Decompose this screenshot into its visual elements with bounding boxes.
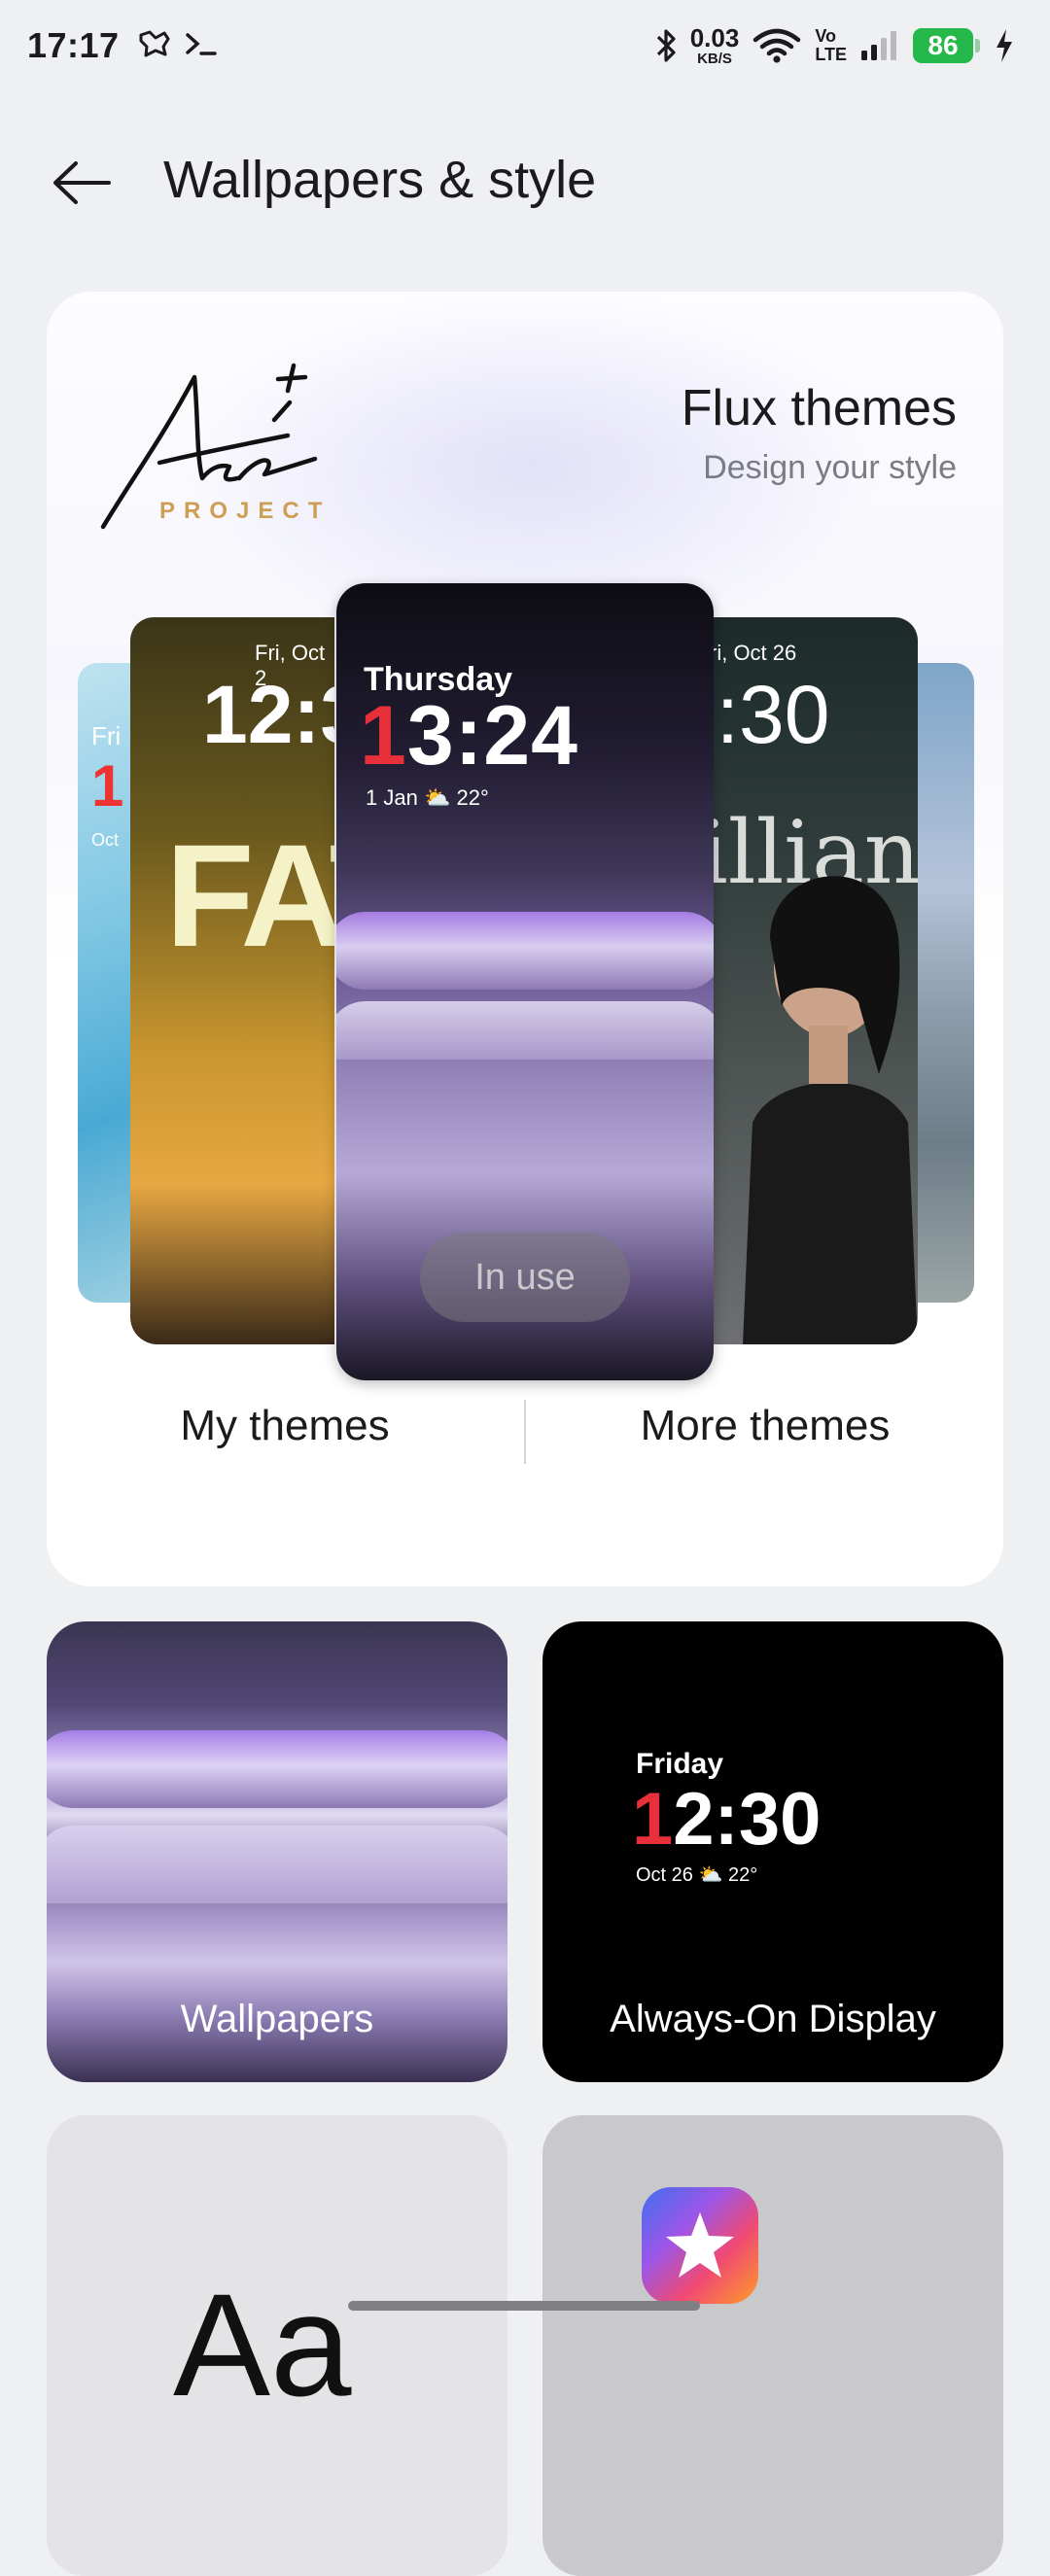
page-title: Wallpapers & style — [163, 151, 597, 209]
my-themes-button[interactable]: My themes — [47, 1402, 523, 1450]
in-use-button[interactable]: In use — [420, 1233, 630, 1322]
back-arrow-icon — [53, 161, 111, 204]
wifi-icon — [753, 28, 801, 63]
partly-cloudy-icon: ⛅ — [423, 785, 451, 810]
status-bar: 17:17 0.03 KB/S Vo LTE 86 — [0, 0, 1050, 97]
font-sample: Aa — [173, 2263, 352, 2426]
battery-indicator: 86 — [913, 28, 980, 63]
wallpapers-tile[interactable]: Wallpapers — [47, 1621, 508, 2082]
theme-preview-left[interactable]: Fri, Oct 2 12:3 FAT — [130, 617, 334, 1344]
preview-date-weather: 1 Jan ⛅ 22° — [366, 785, 489, 810]
preview-time: 13:24 — [360, 689, 578, 783]
theme-carousel[interactable]: Fri 1 Oct Fri, Oct 2 12:3 FAT ri, Oct 26… — [47, 292, 1003, 1380]
always-on-display-tile[interactable]: Friday 12:30 Oct 26 ⛅ 22° Always-On Disp… — [542, 1621, 1003, 2082]
aod-label: Always-On Display — [610, 1998, 936, 2040]
back-button[interactable] — [47, 148, 117, 218]
signal-icon — [861, 31, 896, 60]
fonts-tile[interactable]: Aa — [47, 2115, 508, 2576]
net-speed: 0.03 KB/S — [689, 23, 740, 67]
charging-icon — [997, 29, 1012, 62]
status-time: 17:17 — [27, 25, 120, 65]
aod-time: 12:30 — [632, 1778, 822, 1861]
battery-level: 86 — [913, 28, 973, 63]
icons-tile[interactable] — [542, 2115, 1003, 2576]
aod-date-weather: Oct 26 ⛅ 22° — [636, 1864, 758, 1886]
portrait-image — [743, 876, 918, 1344]
status-right: 0.03 KB/S Vo LTE 86 — [655, 25, 1015, 66]
divider — [524, 1400, 526, 1464]
gesture-nav-handle[interactable] — [348, 2301, 700, 2311]
flux-themes-card[interactable]: PROJECT Flux themes Design your style Fr… — [47, 292, 1003, 1586]
partly-cloudy-icon: ⛅ — [698, 1864, 723, 1886]
terminal-icon — [186, 33, 217, 55]
more-themes-button[interactable]: More themes — [527, 1402, 1003, 1450]
volte-indicator: Vo LTE — [815, 26, 847, 64]
theme-preview-current[interactable]: Thursday 13:24 1 Jan ⛅ 22° In use — [336, 583, 714, 1380]
notification-shield-icon — [139, 30, 170, 57]
bluetooth-icon — [656, 29, 676, 62]
star-icon — [666, 2212, 734, 2278]
preview-time: 12:3 — [202, 669, 334, 760]
theme-links: My themes More themes — [47, 1382, 1003, 1479]
app-icon-star-icon — [642, 2187, 758, 2304]
status-left-icons — [138, 29, 218, 58]
theme-preview-far-right[interactable] — [912, 663, 974, 1303]
aod-day: Friday — [636, 1748, 724, 1780]
preview-poster-text: FAT — [165, 814, 334, 977]
theme-preview-right[interactable]: ri, Oct 26 2:30 illiant — [714, 617, 918, 1344]
wallpapers-label: Wallpapers — [180, 1998, 374, 2040]
